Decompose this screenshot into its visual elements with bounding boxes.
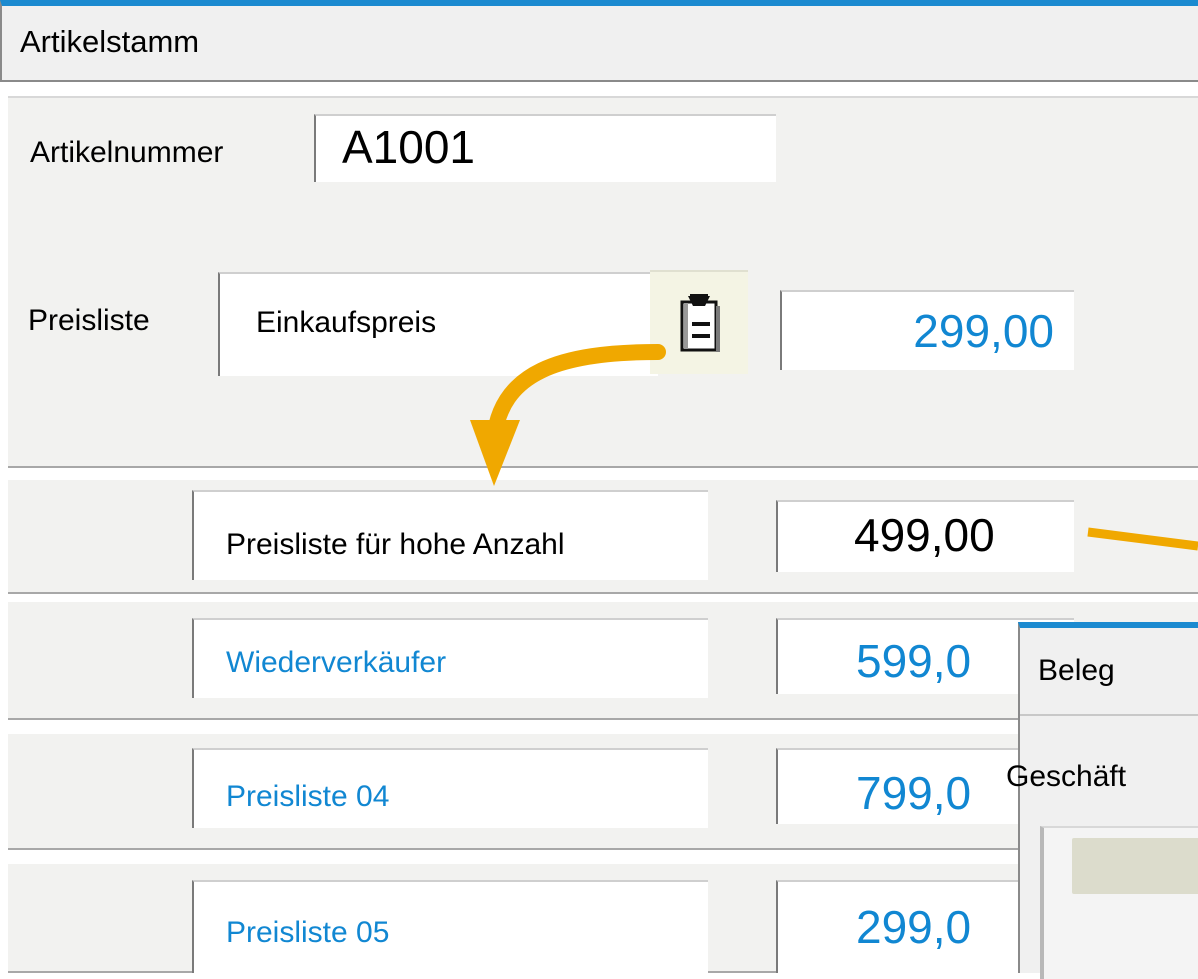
price-value: 599,0 <box>856 635 972 687</box>
divider <box>1020 714 1198 716</box>
price-value: 299,0 <box>856 901 972 953</box>
price-list-price-value: 299,00 <box>913 305 1054 357</box>
price-value: 799,0 <box>856 767 972 819</box>
price-list-name-field[interactable]: Wiederverkäufer <box>192 618 708 698</box>
price-list-name: Wiederverkäufer <box>226 646 447 679</box>
price-list-name: Preisliste 05 <box>226 916 390 949</box>
window-title: Artikelstamm <box>20 24 200 59</box>
document-window: Beleg Geschäft <box>1006 622 1198 979</box>
price-list-name-field[interactable]: Preisliste 05 <box>192 880 708 973</box>
article-number-value: A1001 <box>342 121 476 173</box>
article-number-input[interactable]: A1001 <box>314 114 776 182</box>
price-list-price-field[interactable]: 299,00 <box>780 290 1074 370</box>
clipboard-list-icon <box>680 294 720 352</box>
price-list-selected-value: Einkaufspreis <box>256 306 437 339</box>
business-label: Geschäft <box>1006 760 1127 793</box>
price-list-select[interactable]: Einkaufspreis <box>218 272 658 376</box>
price-list-name: Preisliste für hohe Anzahl <box>226 528 565 561</box>
price-field[interactable]: 499,00 <box>776 500 1074 572</box>
document-window-title: Beleg <box>1038 654 1115 687</box>
price-list-name-field[interactable]: Preisliste 04 <box>192 748 708 828</box>
price-list-name-field[interactable]: Preisliste für hohe Anzahl <box>192 490 708 580</box>
price-list-name: Preisliste 04 <box>226 780 390 813</box>
article-number-label: Artikelnummer <box>30 136 224 169</box>
price-value: 499,00 <box>854 509 995 561</box>
price-list-picker-button[interactable] <box>650 270 748 374</box>
price-list-label: Preisliste <box>28 304 150 337</box>
document-content-area <box>1040 826 1198 979</box>
document-action-button[interactable] <box>1072 838 1198 894</box>
